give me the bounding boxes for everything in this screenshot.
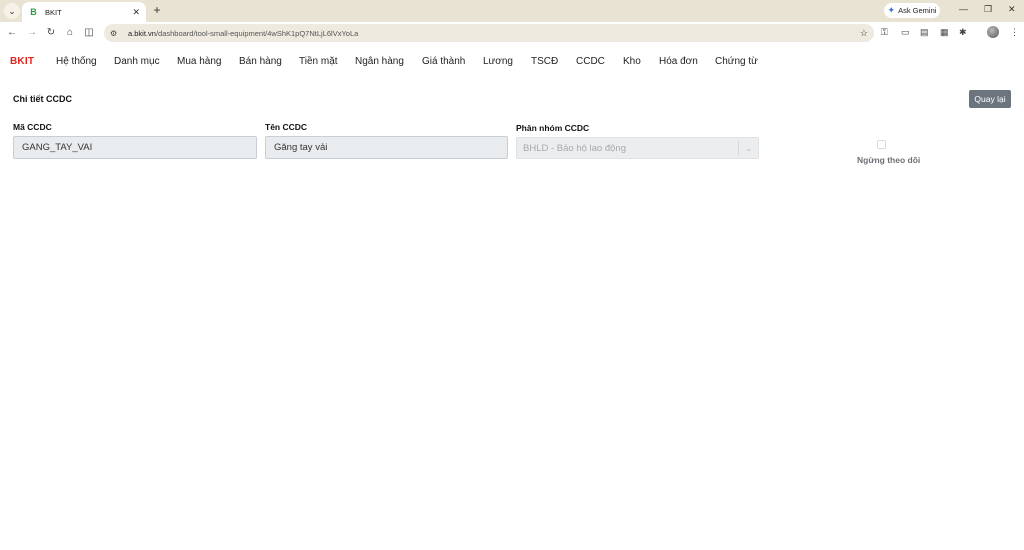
reading-list-icon[interactable]: ▤ (920, 27, 929, 38)
payment-card-icon[interactable]: ▭ (901, 27, 910, 38)
browser-tab[interactable]: B BKIT ✕ (22, 2, 146, 22)
menu-hoa-don[interactable]: Hóa đơn (659, 56, 698, 67)
sidebar-split-icon[interactable]: ◫ (82, 26, 96, 40)
chevron-down-icon[interactable]: ⌄ (745, 144, 752, 153)
group-select[interactable]: BHLD - Bảo hộ lao động ⌄ (516, 137, 759, 159)
menu-ban-hang[interactable]: Bán hàng (239, 56, 282, 67)
menu-ccdc[interactable]: CCDC (576, 56, 605, 67)
menu-tscd[interactable]: TSCĐ (531, 56, 558, 67)
menu-tien-mat[interactable]: Tiền mặt (299, 56, 338, 67)
name-input[interactable]: Găng tay vải (265, 136, 508, 159)
restore-icon[interactable]: ❐ (984, 4, 992, 15)
name-label: Tên CCDC (265, 122, 308, 132)
menu-mua-hang[interactable]: Mua hàng (177, 56, 221, 67)
password-key-icon[interactable]: ⚿ (881, 27, 888, 38)
bug-extension-icon[interactable]: ✱ (959, 27, 967, 38)
page-title: Chi tiết CCDC (13, 94, 72, 104)
tab-title: BKIT (45, 7, 62, 17)
reload-icon[interactable]: ↻ (44, 26, 58, 40)
home-icon[interactable]: ⌂ (63, 26, 77, 40)
code-label: Mã CCDC (13, 122, 52, 132)
menu-gia-thanh[interactable]: Giá thành (422, 56, 465, 67)
address-bar[interactable]: ⚙ a.bkit.vn/dashboard/tool-small-equipme… (104, 24, 874, 42)
app-header: BKIT Hệ thống Danh mục Mua hàng Bán hàng… (0, 44, 1024, 78)
ask-gemini-button[interactable]: ✦ Ask Gemini (884, 3, 940, 18)
bkit-favicon-icon: B (30, 7, 37, 17)
profile-avatar[interactable] (987, 26, 999, 38)
tab-search-chevron-icon[interactable]: ⌄ (4, 3, 20, 19)
group-label: Phân nhóm CCDC (516, 123, 590, 133)
back-button[interactable]: Quay lại (969, 90, 1011, 108)
select-separator (738, 141, 740, 155)
browser-tabstrip: ⌄ B BKIT ✕ + ✦ Ask Gemini — ❐ ✕ (0, 0, 1024, 22)
table-extension-icon[interactable]: ▦ (940, 27, 949, 38)
stop-tracking-checkbox[interactable] (877, 140, 886, 149)
new-tab-plus-icon[interactable]: + (150, 3, 164, 17)
app-logo[interactable]: BKIT (10, 56, 34, 67)
menu-luong[interactable]: Lương (483, 56, 513, 67)
stop-tracking-label: Ngừng theo dõi (857, 155, 921, 165)
menu-he-thong[interactable]: Hệ thống (56, 56, 97, 67)
site-settings-icon[interactable]: ⚙ (110, 29, 122, 38)
tab-close-icon[interactable]: ✕ (132, 7, 140, 18)
menu-ngan-hang[interactable]: Ngân hàng (355, 56, 404, 67)
group-select-value: BHLD - Bảo hộ lao động (523, 142, 626, 154)
url-host: a.bkit.vn (128, 28, 156, 38)
menu-danh-muc[interactable]: Danh mục (114, 56, 160, 67)
window-close-icon[interactable]: ✕ (1008, 4, 1016, 15)
ask-gemini-label: Ask Gemini (898, 6, 937, 15)
menu-kho[interactable]: Kho (623, 56, 641, 67)
browser-toolbar: ← → ↻ ⌂ ◫ ⚙ a.bkit.vn/dashboard/tool-sma… (0, 22, 1024, 44)
more-menu-icon[interactable]: ⋮ (1010, 27, 1019, 38)
url-path: /dashboard/tool-small-equipment/4wShK1pQ… (155, 28, 359, 38)
bookmark-star-icon[interactable]: ☆ (860, 28, 868, 39)
forward-arrow-icon[interactable]: → (25, 26, 39, 40)
address-url[interactable]: a.bkit.vn/dashboard/tool-small-equipment… (128, 29, 860, 38)
minimize-icon[interactable]: — (959, 4, 968, 14)
menu-chung-tu[interactable]: Chứng từ (715, 56, 758, 67)
code-input[interactable]: GANG_TAY_VAI (13, 136, 257, 159)
back-arrow-icon[interactable]: ← (5, 26, 19, 40)
gemini-spark-icon: ✦ (887, 5, 896, 15)
